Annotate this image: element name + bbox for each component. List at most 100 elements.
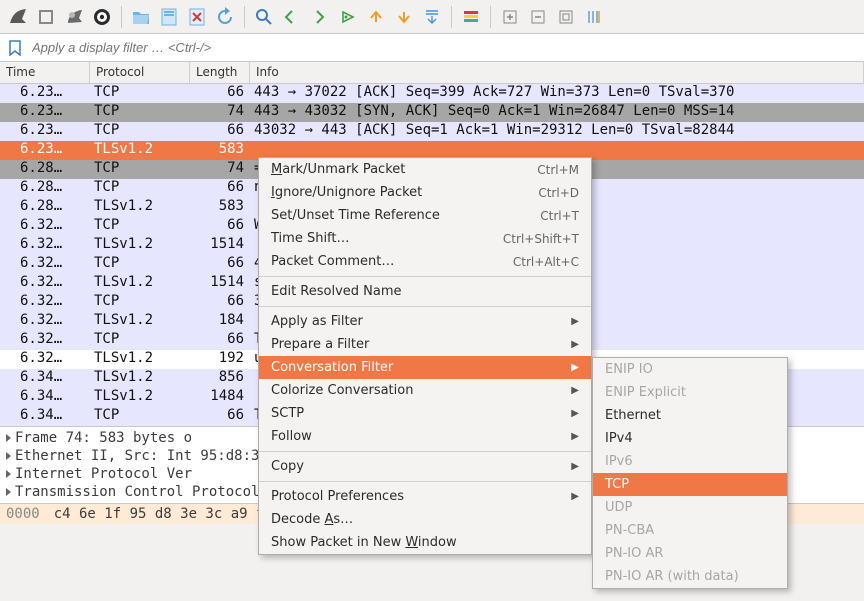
submenu-ethernet[interactable]: Ethernet	[593, 404, 787, 427]
toolbar-separator	[490, 6, 491, 28]
cell-protocol: TLSv1.2	[90, 141, 190, 160]
cell-time: 6.34…	[0, 407, 90, 426]
cell-protocol: TLSv1.2	[90, 388, 190, 407]
menu-show-packet-window[interactable]: Show Packet in New Window	[259, 531, 591, 554]
cell-length: 66	[190, 407, 250, 426]
options-icon[interactable]	[90, 5, 114, 29]
cell-length: 66	[190, 179, 250, 198]
find-icon[interactable]	[252, 5, 276, 29]
expand-icon[interactable]	[6, 452, 11, 460]
cell-protocol: TCP	[90, 331, 190, 350]
cell-protocol: TCP	[90, 179, 190, 198]
submenu-enip-explicit: ENIP Explicit	[593, 381, 787, 404]
cell-protocol: TCP	[90, 122, 190, 141]
detail-text: Ethernet II, Src: Int 95:d8:3	[15, 448, 259, 464]
column-protocol[interactable]: Protocol	[90, 62, 190, 83]
cell-time: 6.23…	[0, 141, 90, 160]
last-icon[interactable]	[392, 5, 416, 29]
menu-sctp[interactable]: SCTP▶	[259, 402, 591, 425]
packet-row[interactable]: 6.23…TCP6643032 → 443 [ACK] Seq=1 Ack=1 …	[0, 122, 864, 141]
cell-info: 43032 → 443 [ACK] Seq=1 Ack=1 Win=29312 …	[250, 122, 864, 141]
cell-protocol: TCP	[90, 217, 190, 236]
stop-icon[interactable]	[34, 5, 58, 29]
menu-prepare-a-filter[interactable]: Prepare a Filter▶	[259, 333, 591, 356]
cell-time: 6.32…	[0, 293, 90, 312]
column-length[interactable]: Length	[190, 62, 250, 83]
display-filter-input[interactable]	[28, 37, 860, 58]
zoom-out-icon[interactable]	[526, 5, 550, 29]
menu-separator	[259, 306, 591, 307]
menu-decode-as[interactable]: Decode As…	[259, 508, 591, 531]
packet-row[interactable]: 6.23…TCP74443 → 43032 [SYN, ACK] Seq=0 A…	[0, 103, 864, 122]
cell-length: 192	[190, 350, 250, 369]
cell-time: 6.23…	[0, 84, 90, 103]
cell-length: 1484	[190, 388, 250, 407]
submenu-udp: UDP	[593, 496, 787, 519]
autoscroll-icon[interactable]	[420, 5, 444, 29]
cell-length: 66	[190, 84, 250, 103]
packet-list-header: Time Protocol Length Info	[0, 62, 864, 84]
menu-packet-comment[interactable]: Packet Comment…Ctrl+Alt+C	[259, 250, 591, 273]
expand-icon[interactable]	[6, 470, 11, 478]
menu-protocol-preferences[interactable]: Protocol Preferences▶	[259, 485, 591, 508]
cell-time: 6.34…	[0, 369, 90, 388]
cell-time: 6.32…	[0, 331, 90, 350]
expand-icon[interactable]	[6, 488, 11, 496]
cell-protocol: TLSv1.2	[90, 312, 190, 331]
cell-time: 6.23…	[0, 103, 90, 122]
cell-length: 1514	[190, 236, 250, 255]
menu-copy[interactable]: Copy▶	[259, 455, 591, 478]
restart-icon[interactable]	[62, 5, 86, 29]
bookmark-icon[interactable]	[8, 40, 24, 56]
cell-time: 6.28…	[0, 160, 90, 179]
cell-time: 6.32…	[0, 312, 90, 331]
cell-time: 6.23…	[0, 122, 90, 141]
submenu-tcp[interactable]: TCP	[593, 473, 787, 496]
next-icon[interactable]	[308, 5, 332, 29]
menu-ignore-packet[interactable]: Ignore/Unignore PacketCtrl+D	[259, 181, 591, 204]
cell-length: 74	[190, 103, 250, 122]
reload-icon[interactable]	[213, 5, 237, 29]
prev-icon[interactable]	[280, 5, 304, 29]
hex-offset: 0000	[6, 506, 40, 522]
packet-row[interactable]: 6.23…TCP66443 → 37022 [ACK] Seq=399 Ack=…	[0, 84, 864, 103]
menu-colorize-conversation[interactable]: Colorize Conversation▶	[259, 379, 591, 402]
submenu-pn-io-ar-data: PN-IO AR (with data)	[593, 565, 787, 588]
cell-time: 6.28…	[0, 198, 90, 217]
close-icon[interactable]	[185, 5, 209, 29]
menu-edit-resolved-name[interactable]: Edit Resolved Name	[259, 280, 591, 303]
resize-columns-icon[interactable]	[582, 5, 606, 29]
menu-follow[interactable]: Follow▶	[259, 425, 591, 448]
detail-text: Frame 74: 583 bytes o	[15, 430, 192, 446]
cell-length: 583	[190, 198, 250, 217]
toolbar-separator	[244, 6, 245, 28]
goto-icon[interactable]	[336, 5, 360, 29]
packet-context-menu: Mark/Unmark PacketCtrl+M Ignore/Unignore…	[258, 157, 592, 555]
cell-length: 66	[190, 255, 250, 274]
main-toolbar	[0, 0, 864, 34]
cell-time: 6.34…	[0, 388, 90, 407]
cell-length: 66	[190, 217, 250, 236]
menu-mark-packet[interactable]: Mark/Unmark PacketCtrl+M	[259, 158, 591, 181]
first-icon[interactable]	[364, 5, 388, 29]
zoom-in-icon[interactable]	[498, 5, 522, 29]
expand-icon[interactable]	[6, 434, 11, 442]
menu-conversation-filter[interactable]: Conversation Filter▶	[259, 356, 591, 379]
menu-time-reference[interactable]: Set/Unset Time ReferenceCtrl+T	[259, 204, 591, 227]
shark-fin-icon[interactable]	[6, 5, 30, 29]
zoom-reset-icon[interactable]	[554, 5, 578, 29]
column-info[interactable]: Info	[250, 62, 864, 83]
colorize-icon[interactable]	[459, 5, 483, 29]
cell-length: 66	[190, 293, 250, 312]
save-icon[interactable]	[157, 5, 181, 29]
cell-time: 6.28…	[0, 179, 90, 198]
display-filter-bar	[0, 34, 864, 62]
menu-time-shift[interactable]: Time Shift…Ctrl+Shift+T	[259, 227, 591, 250]
column-time[interactable]: Time	[0, 62, 90, 83]
toolbar-separator	[451, 6, 452, 28]
cell-protocol: TLSv1.2	[90, 274, 190, 293]
menu-apply-as-filter[interactable]: Apply as Filter▶	[259, 310, 591, 333]
submenu-ipv4[interactable]: IPv4	[593, 427, 787, 450]
submenu-enip-io: ENIP IO	[593, 358, 787, 381]
open-icon[interactable]	[129, 5, 153, 29]
